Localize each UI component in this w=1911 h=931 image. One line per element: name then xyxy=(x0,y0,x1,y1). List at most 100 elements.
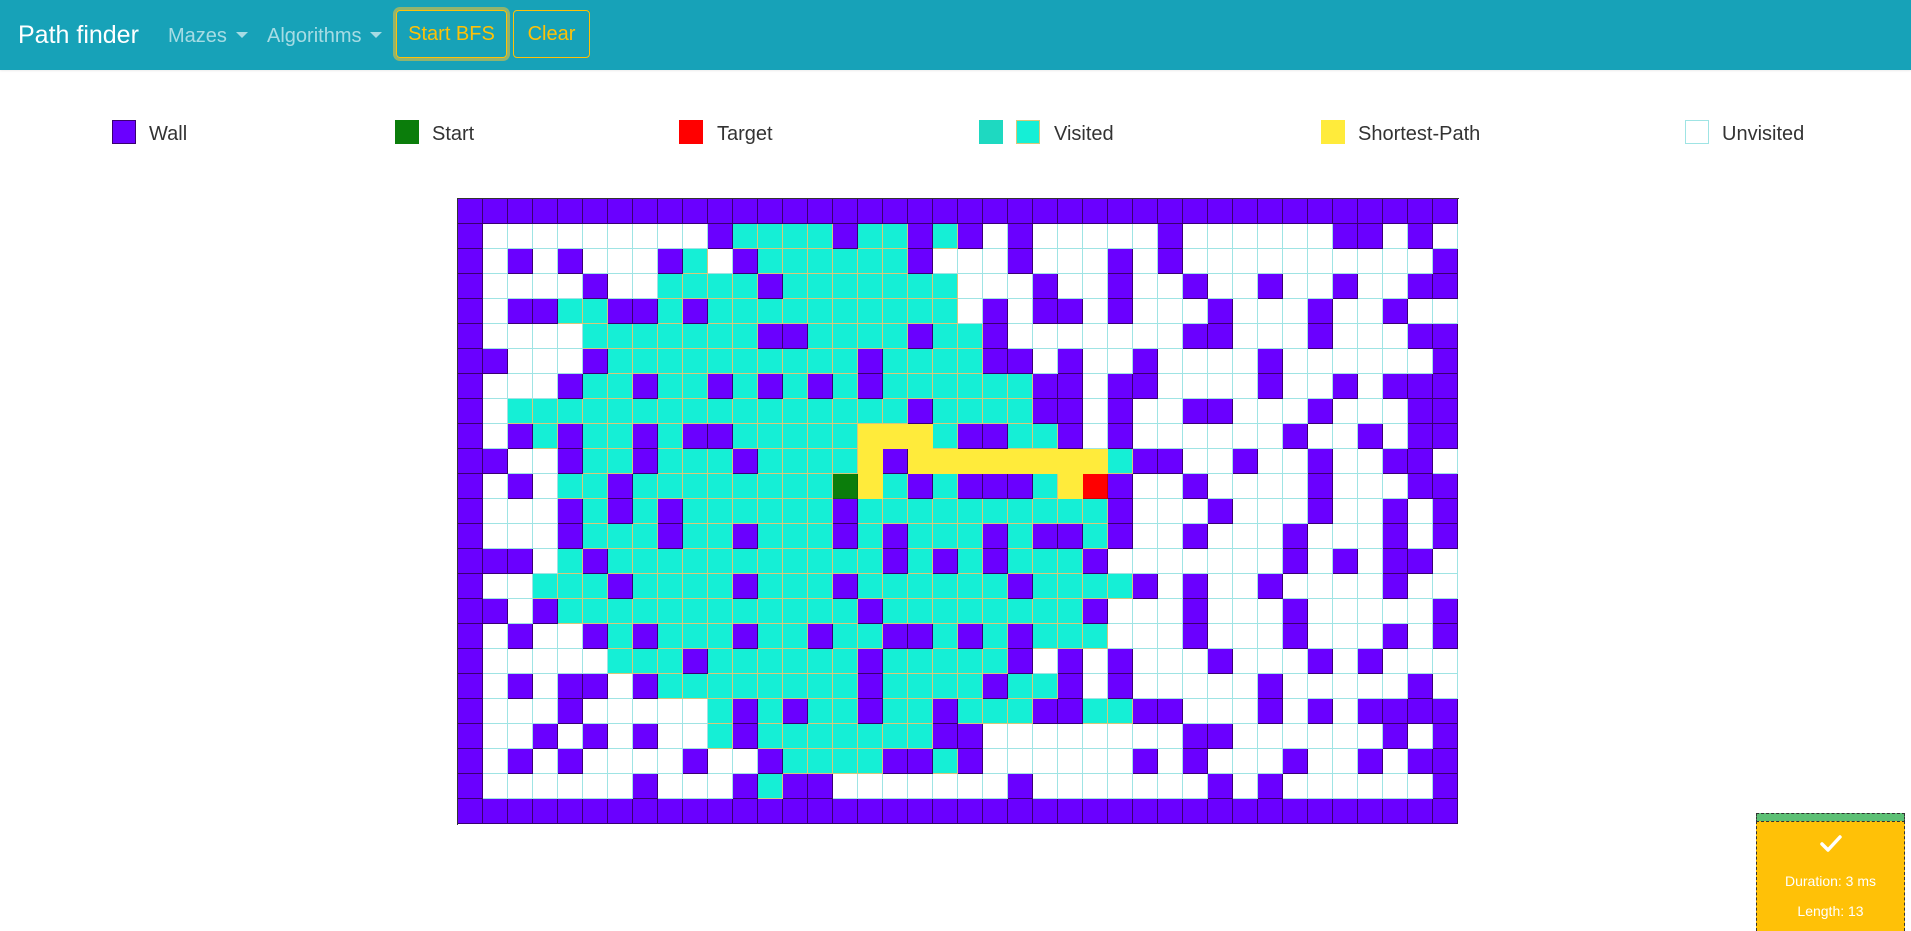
wall-cell[interactable] xyxy=(558,749,583,774)
unvisited-cell[interactable] xyxy=(1258,549,1283,574)
unvisited-cell[interactable] xyxy=(1383,674,1408,699)
visited-cell[interactable] xyxy=(883,724,908,749)
visited-cell[interactable] xyxy=(933,499,958,524)
wall-cell[interactable] xyxy=(558,674,583,699)
unvisited-cell[interactable] xyxy=(1108,599,1133,624)
wall-cell[interactable] xyxy=(808,624,833,649)
unvisited-cell[interactable] xyxy=(1183,699,1208,724)
unvisited-cell[interactable] xyxy=(483,374,508,399)
wall-cell[interactable] xyxy=(1033,374,1058,399)
visited-cell[interactable] xyxy=(558,599,583,624)
visited-cell[interactable] xyxy=(608,599,633,624)
unvisited-cell[interactable] xyxy=(1233,624,1258,649)
unvisited-cell[interactable] xyxy=(1158,524,1183,549)
wall-cell[interactable] xyxy=(733,199,758,224)
unvisited-cell[interactable] xyxy=(1433,574,1458,599)
wall-cell[interactable] xyxy=(1258,799,1283,824)
wall-cell[interactable] xyxy=(833,199,858,224)
wall-cell[interactable] xyxy=(1333,799,1358,824)
unvisited-cell[interactable] xyxy=(1183,224,1208,249)
wall-cell[interactable] xyxy=(508,549,533,574)
visited-cell[interactable] xyxy=(533,574,558,599)
visited-cell[interactable] xyxy=(783,399,808,424)
unvisited-cell[interactable] xyxy=(1008,299,1033,324)
visited-cell[interactable] xyxy=(933,224,958,249)
wall-cell[interactable] xyxy=(508,474,533,499)
path-cell[interactable] xyxy=(1033,449,1058,474)
wall-cell[interactable] xyxy=(833,524,858,549)
unvisited-cell[interactable] xyxy=(483,624,508,649)
visited-cell[interactable] xyxy=(833,624,858,649)
wall-cell[interactable] xyxy=(1258,374,1283,399)
unvisited-cell[interactable] xyxy=(658,774,683,799)
visited-cell[interactable] xyxy=(758,449,783,474)
unvisited-cell[interactable] xyxy=(1433,449,1458,474)
unvisited-cell[interactable] xyxy=(1083,349,1108,374)
unvisited-cell[interactable] xyxy=(1233,499,1258,524)
wall-cell[interactable] xyxy=(458,324,483,349)
visited-cell[interactable] xyxy=(683,624,708,649)
wall-cell[interactable] xyxy=(583,674,608,699)
unvisited-cell[interactable] xyxy=(1008,324,1033,349)
unvisited-cell[interactable] xyxy=(1133,274,1158,299)
unvisited-cell[interactable] xyxy=(1133,474,1158,499)
wall-cell[interactable] xyxy=(983,324,1008,349)
unvisited-cell[interactable] xyxy=(508,224,533,249)
unvisited-cell[interactable] xyxy=(908,774,933,799)
unvisited-cell[interactable] xyxy=(533,674,558,699)
unvisited-cell[interactable] xyxy=(1358,599,1383,624)
unvisited-cell[interactable] xyxy=(1083,749,1108,774)
unvisited-cell[interactable] xyxy=(1308,374,1333,399)
unvisited-cell[interactable] xyxy=(1383,249,1408,274)
unvisited-cell[interactable] xyxy=(1083,249,1108,274)
unvisited-cell[interactable] xyxy=(533,274,558,299)
unvisited-cell[interactable] xyxy=(1233,724,1258,749)
unvisited-cell[interactable] xyxy=(1233,324,1258,349)
unvisited-cell[interactable] xyxy=(983,274,1008,299)
wall-cell[interactable] xyxy=(458,274,483,299)
unvisited-cell[interactable] xyxy=(1358,499,1383,524)
visited-cell[interactable] xyxy=(883,699,908,724)
wall-cell[interactable] xyxy=(458,249,483,274)
wall-cell[interactable] xyxy=(558,799,583,824)
unvisited-cell[interactable] xyxy=(1258,624,1283,649)
unvisited-cell[interactable] xyxy=(1383,649,1408,674)
unvisited-cell[interactable] xyxy=(1383,224,1408,249)
visited-cell[interactable] xyxy=(658,299,683,324)
wall-cell[interactable] xyxy=(1383,724,1408,749)
wall-cell[interactable] xyxy=(1133,349,1158,374)
unvisited-cell[interactable] xyxy=(1308,349,1333,374)
unvisited-cell[interactable] xyxy=(1258,399,1283,424)
wall-cell[interactable] xyxy=(458,499,483,524)
unvisited-cell[interactable] xyxy=(533,249,558,274)
unvisited-cell[interactable] xyxy=(483,774,508,799)
wall-cell[interactable] xyxy=(958,624,983,649)
wall-cell[interactable] xyxy=(733,699,758,724)
wall-cell[interactable] xyxy=(958,799,983,824)
wall-cell[interactable] xyxy=(808,374,833,399)
visited-cell[interactable] xyxy=(883,324,908,349)
wall-cell[interactable] xyxy=(958,474,983,499)
unvisited-cell[interactable] xyxy=(1408,724,1433,749)
visited-cell[interactable] xyxy=(858,724,883,749)
unvisited-cell[interactable] xyxy=(608,724,633,749)
unvisited-cell[interactable] xyxy=(583,699,608,724)
wall-cell[interactable] xyxy=(733,624,758,649)
unvisited-cell[interactable] xyxy=(1083,299,1108,324)
wall-cell[interactable] xyxy=(458,549,483,574)
visited-cell[interactable] xyxy=(683,274,708,299)
visited-cell[interactable] xyxy=(933,374,958,399)
wall-cell[interactable] xyxy=(458,699,483,724)
wall-cell[interactable] xyxy=(883,199,908,224)
wall-cell[interactable] xyxy=(1233,449,1258,474)
wall-cell[interactable] xyxy=(858,674,883,699)
visited-cell[interactable] xyxy=(708,399,733,424)
clear-button[interactable]: Clear xyxy=(513,10,590,58)
visited-cell[interactable] xyxy=(758,724,783,749)
unvisited-cell[interactable] xyxy=(1383,749,1408,774)
wall-cell[interactable] xyxy=(1183,399,1208,424)
visited-cell[interactable] xyxy=(583,399,608,424)
wall-cell[interactable] xyxy=(1433,274,1458,299)
unvisited-cell[interactable] xyxy=(1283,699,1308,724)
wall-cell[interactable] xyxy=(1008,574,1033,599)
